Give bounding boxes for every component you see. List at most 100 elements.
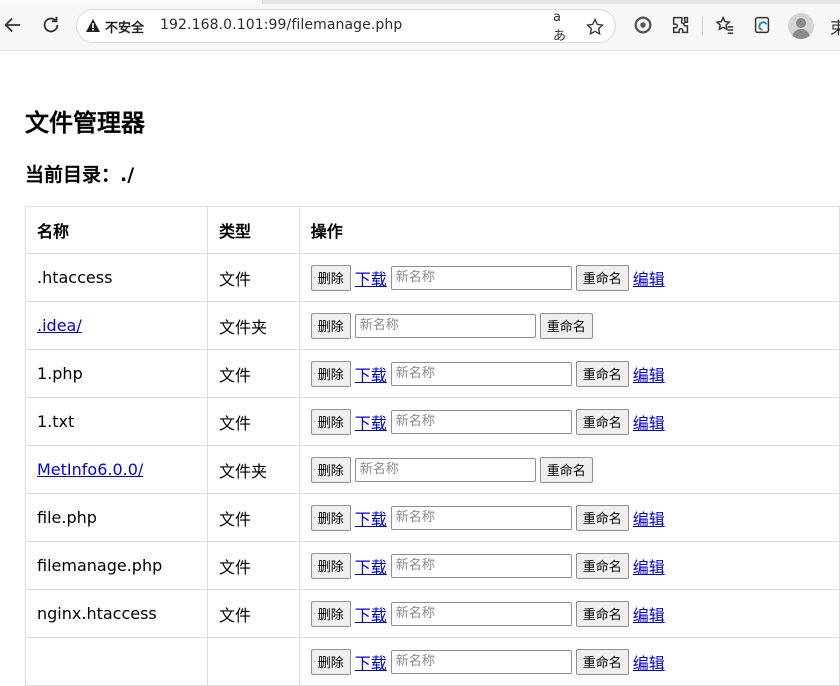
rename-input[interactable] [390, 601, 572, 626]
rename-input[interactable] [390, 265, 572, 290]
column-header-type: 类型 [206, 206, 300, 254]
collections-icon[interactable] [750, 13, 774, 37]
delete-button[interactable]: 删除 [310, 552, 351, 579]
browser-toolbar: 不安全 192.168.0.101:99/filemanage.php aあ 束 [0, 0, 840, 51]
rename-input[interactable] [390, 553, 572, 578]
rename-button[interactable]: 重命名 [575, 360, 629, 387]
folder-link[interactable]: MetInfo6.0.0/ [37, 460, 143, 479]
edit-link[interactable]: 编辑 [633, 650, 665, 674]
file-name: 1.txt [37, 412, 75, 431]
delete-button[interactable]: 删除 [310, 600, 351, 627]
file-name: 1.php [37, 364, 83, 383]
security-label[interactable]: 不安全 [105, 17, 144, 36]
favorites-icon[interactable] [713, 13, 737, 37]
tracking-prevention-icon[interactable] [631, 13, 655, 37]
file-actions: 删除下载 重命名编辑 [310, 648, 839, 675]
rename-button[interactable]: 重命名 [575, 264, 629, 291]
file-name-cell: .idea/ [25, 301, 208, 350]
reload-icon[interactable] [38, 12, 64, 38]
file-name-cell: MetInfo6.0.0/ [25, 445, 208, 494]
favorite-star-icon[interactable] [585, 17, 605, 37]
rename-button[interactable]: 重命名 [539, 312, 593, 339]
edit-link[interactable]: 编辑 [633, 410, 665, 434]
table-row: 1.php 文件删除下载 重命名编辑 [25, 349, 840, 398]
download-link[interactable]: 下载 [355, 602, 387, 626]
rename-input[interactable] [390, 361, 572, 386]
column-header-name: 名称 [25, 206, 208, 254]
warning-icon[interactable] [85, 18, 101, 34]
delete-button[interactable]: 删除 [310, 504, 351, 531]
file-name-cell: file.php [25, 493, 208, 542]
download-link[interactable]: 下载 [355, 410, 387, 434]
delete-button[interactable]: 删除 [310, 312, 351, 339]
rename-input[interactable] [354, 457, 536, 482]
edit-link[interactable]: 编辑 [633, 554, 665, 578]
file-actions: 删除下载 重命名编辑 [310, 408, 839, 435]
rename-input[interactable] [390, 505, 572, 530]
file-name-cell: 1.php [25, 349, 208, 398]
file-type: 文件 [206, 349, 300, 398]
folder-link[interactable]: .idea/ [37, 316, 82, 335]
rename-button[interactable]: 重命名 [575, 600, 629, 627]
profile-label[interactable]: 束 [830, 14, 840, 39]
column-header-actions: 操作 [298, 206, 840, 254]
back-icon[interactable] [0, 12, 26, 38]
edit-link[interactable]: 编辑 [633, 506, 665, 530]
download-link[interactable]: 下载 [355, 554, 387, 578]
rename-button[interactable]: 重命名 [575, 408, 629, 435]
table-row: file.php 文件删除下载 重命名编辑 [25, 493, 840, 542]
delete-button[interactable]: 删除 [310, 456, 351, 483]
file-table: 名称 类型 操作 .htaccess文件删除下载重命名编辑.idea/文件夹删除… [25, 206, 840, 686]
rename-button[interactable]: 重命名 [539, 456, 593, 483]
file-actions-cell: 删除下载 重命名编辑 [298, 349, 840, 398]
file-actions: 删除下载 重命名编辑 [310, 600, 839, 627]
file-actions: 删除 重命名 [310, 456, 839, 483]
table-row: .idea/文件夹删除 重命名 [25, 301, 840, 350]
rename-input[interactable] [390, 409, 572, 434]
file-actions: 删除下载 重命名编辑 [310, 360, 839, 387]
file-name-cell: nginx.htaccess [25, 589, 208, 638]
file-name: filemanage.php [37, 556, 163, 575]
rename-input[interactable] [390, 649, 572, 674]
url-text[interactable]: 192.168.0.101:99/filemanage.php [160, 17, 402, 33]
rename-input[interactable] [354, 313, 536, 338]
file-name-cell: 1.txt [25, 397, 208, 446]
delete-button[interactable]: 删除 [310, 264, 351, 291]
file-actions: 删除下载 重命名编辑 [310, 552, 839, 579]
read-aloud-icon[interactable]: aあ [553, 10, 573, 44]
download-link[interactable]: 下载 [355, 266, 387, 290]
table-row: 1.txt 文件删除下载 重命名编辑 [25, 397, 840, 446]
extensions-icon[interactable] [669, 13, 693, 37]
file-name: file.php [37, 508, 97, 527]
profile-avatar[interactable] [788, 13, 814, 39]
file-name-cell: filemanage.php [25, 541, 208, 590]
table-row: filemanage.php 文件删除下载 重命名编辑 [25, 541, 840, 590]
active-tab-edge [0, 0, 263, 4]
file-type: 文件夹 [206, 301, 300, 350]
edit-link[interactable]: 编辑 [633, 266, 665, 290]
table-row: nginx.htaccess 文件删除下载 重命名编辑 [25, 589, 840, 638]
file-actions-cell: 删除下载 重命名编辑 [298, 397, 840, 446]
rename-button[interactable]: 重命名 [575, 504, 629, 531]
file-actions-cell: 删除下载 重命名编辑 [298, 541, 840, 590]
file-name-cell: .htaccess [25, 253, 208, 302]
edit-link[interactable]: 编辑 [633, 602, 665, 626]
toolbar-divider [702, 17, 703, 35]
file-type: 文件 [206, 493, 300, 542]
download-link[interactable]: 下载 [355, 362, 387, 386]
file-name-cell [25, 637, 208, 686]
delete-button[interactable]: 删除 [310, 648, 351, 675]
edit-link[interactable]: 编辑 [633, 362, 665, 386]
download-link[interactable]: 下载 [355, 650, 387, 674]
table-row: .htaccess 文件删除下载 重命名编辑 [25, 253, 840, 302]
delete-button[interactable]: 删除 [310, 360, 351, 387]
address-bar[interactable]: 不安全 192.168.0.101:99/filemanage.php aあ [76, 9, 616, 44]
file-type: 文件 [206, 541, 300, 590]
download-link[interactable]: 下载 [355, 506, 387, 530]
table-row: MetInfo6.0.0/文件夹删除 重命名 [25, 445, 840, 494]
file-actions-cell: 删除下载 重命名编辑 [298, 589, 840, 638]
rename-button[interactable]: 重命名 [575, 552, 629, 579]
file-name: .htaccess [37, 268, 113, 287]
rename-button[interactable]: 重命名 [575, 648, 629, 675]
delete-button[interactable]: 删除 [310, 408, 351, 435]
